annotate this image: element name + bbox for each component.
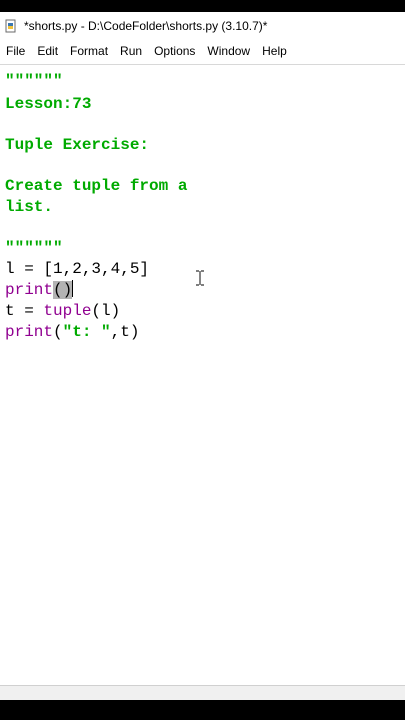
menu-bar: File Edit Format Run Options Window Help xyxy=(0,40,405,62)
builtin-tuple: tuple xyxy=(43,302,92,320)
code-editor[interactable]: """""" Lesson:73 Tuple Exercise: Create … xyxy=(0,64,405,687)
idle-editor-window: *shorts.py - D:\CodeFolder\shorts.py (3.… xyxy=(0,12,405,700)
code-line-tuple: t = tuple(l) xyxy=(5,301,120,322)
string-literal: "t: " xyxy=(62,323,111,341)
menu-edit[interactable]: Edit xyxy=(31,44,64,58)
docstring-desc-2: list. xyxy=(5,198,54,216)
menu-window[interactable]: Window xyxy=(201,44,256,58)
docstring-close: """""" xyxy=(5,239,63,257)
docstring-lesson: Lesson:73 xyxy=(5,95,92,113)
menu-help[interactable]: Help xyxy=(256,44,293,58)
menu-options[interactable]: Options xyxy=(148,44,201,58)
status-bar xyxy=(0,685,405,700)
code-line-print-empty: print() xyxy=(5,280,74,301)
docstring-topic: Tuple Exercise: xyxy=(5,136,150,154)
menu-run[interactable]: Run xyxy=(114,44,148,58)
builtin-print-2: print xyxy=(5,323,54,341)
text-cursor xyxy=(72,280,74,297)
assign-t: t = xyxy=(5,302,44,320)
print-args-rest: ,t) xyxy=(110,323,140,341)
ibeam-cursor-icon xyxy=(196,270,204,286)
menu-format[interactable]: Format xyxy=(64,44,114,58)
code-line-print-t: print("t: ",t) xyxy=(5,322,139,343)
builtin-print: print xyxy=(5,281,54,299)
code-line-list: l = [1,2,3,4,5] xyxy=(5,260,150,278)
window-title: *shorts.py - D:\CodeFolder\shorts.py (3.… xyxy=(24,19,268,33)
selected-parens: () xyxy=(53,281,73,299)
python-file-icon xyxy=(5,19,16,33)
menu-file[interactable]: File xyxy=(0,44,31,58)
title-bar: *shorts.py - D:\CodeFolder\shorts.py (3.… xyxy=(0,12,405,40)
docstring-desc-1: Create tuple from a xyxy=(5,177,188,195)
tuple-args: (l) xyxy=(91,302,121,320)
paren-open: ( xyxy=(53,323,63,341)
docstring-open: """""" xyxy=(5,72,63,90)
